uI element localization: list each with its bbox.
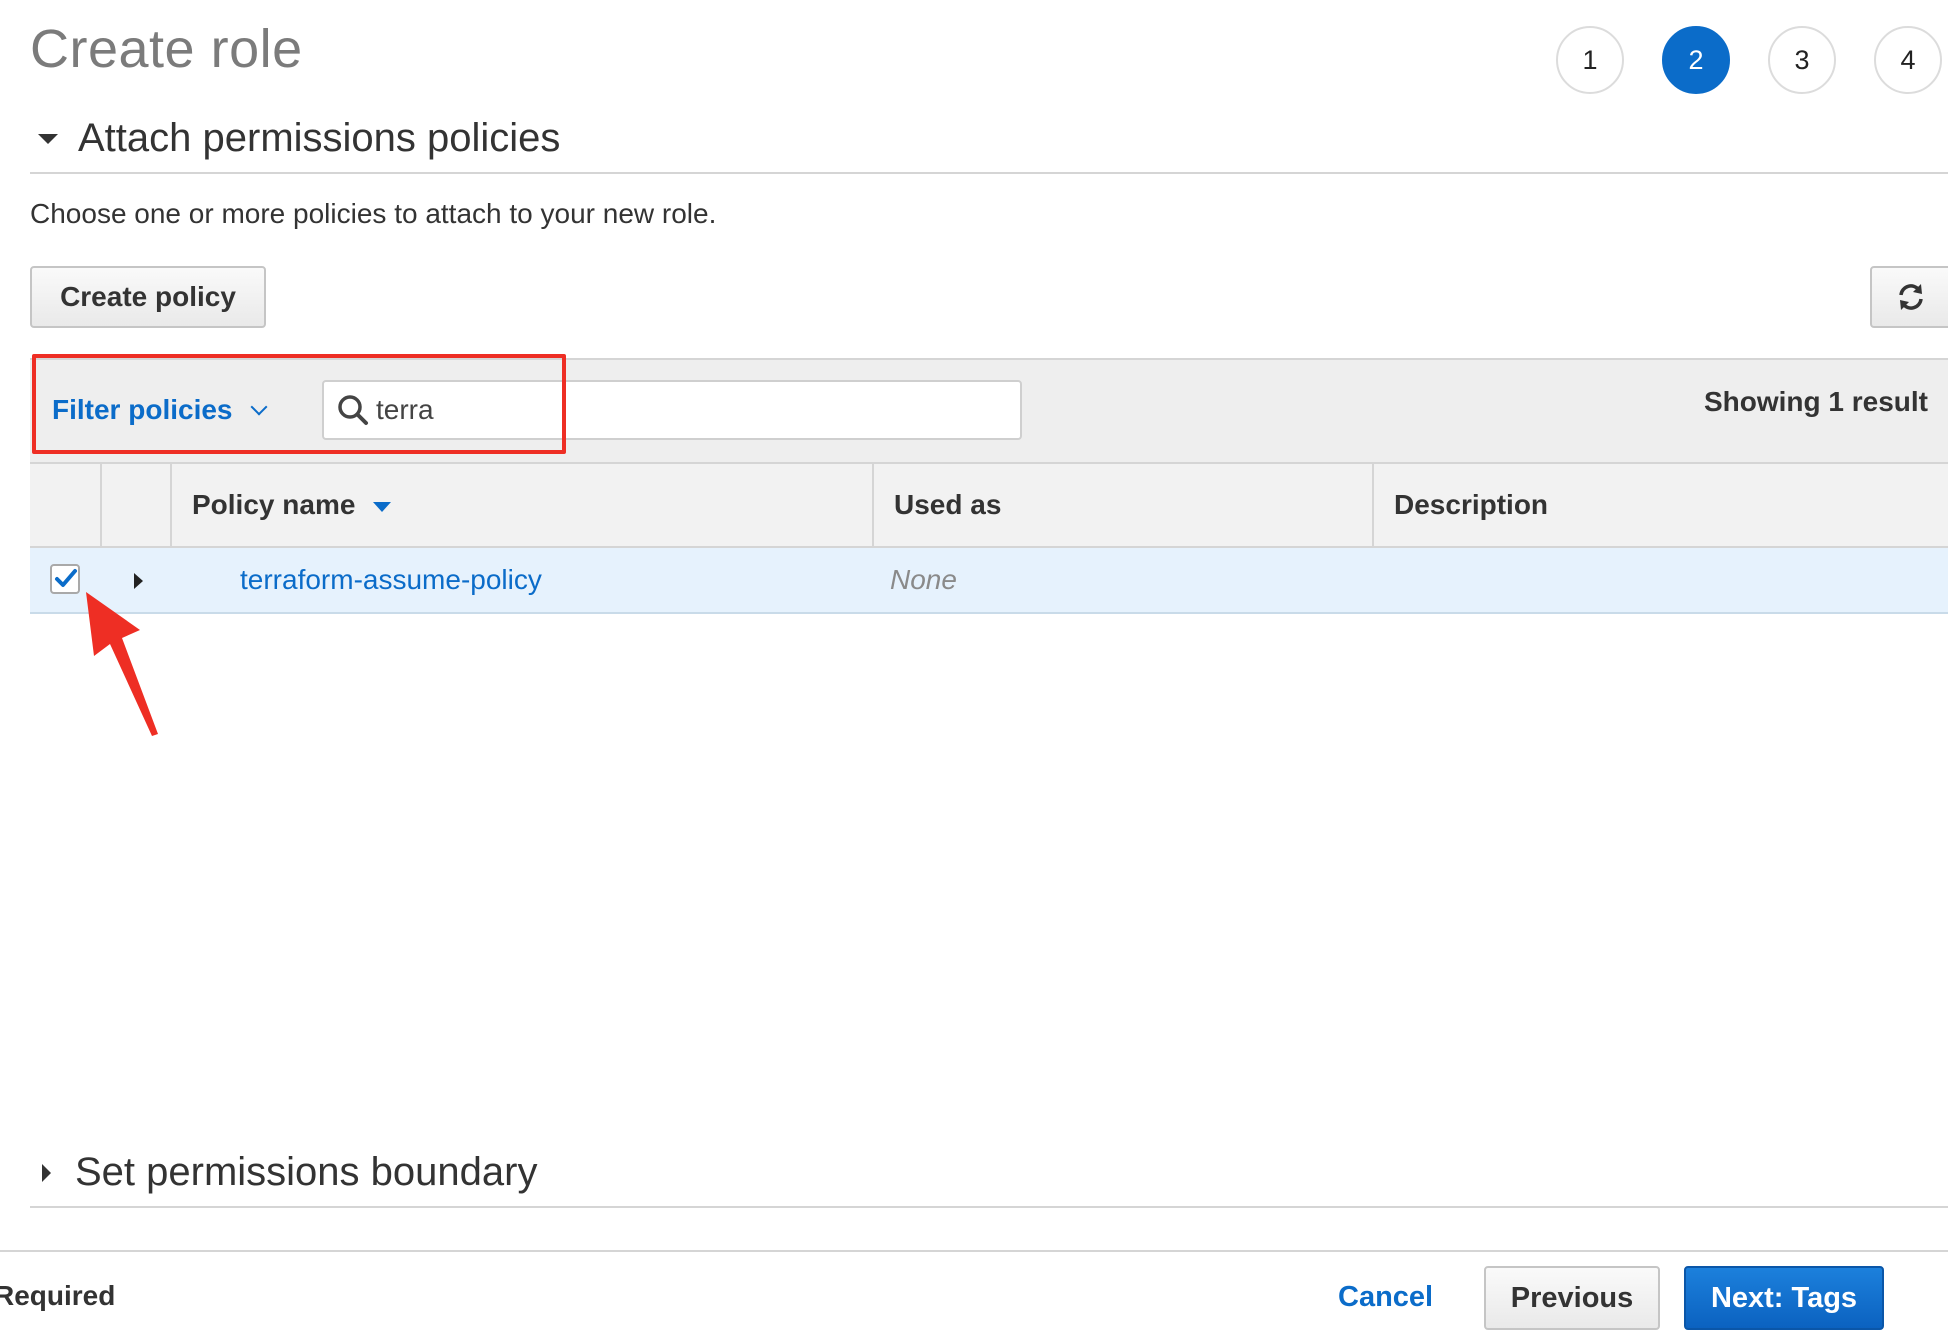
column-header-used-as[interactable]: Used as [872, 464, 1372, 546]
step-2[interactable]: 2 [1662, 26, 1730, 94]
refresh-button[interactable] [1870, 266, 1948, 328]
cancel-button[interactable]: Cancel [1338, 1281, 1433, 1314]
next-tags-button[interactable]: Next: Tags [1684, 1266, 1884, 1330]
table-header: Policy name Used as Description [30, 464, 1948, 548]
section-divider [30, 172, 1948, 174]
table-row[interactable]: terraform-assume-policy None [30, 548, 1948, 614]
section-divider [30, 1206, 1948, 1208]
boundary-section-toggle[interactable]: Set permissions boundary [30, 1150, 537, 1195]
wizard-steps: 1 2 3 4 [1548, 26, 1948, 98]
step-4[interactable]: 4 [1874, 26, 1942, 94]
previous-button[interactable]: Previous [1484, 1266, 1660, 1330]
policy-name-link[interactable]: terraform-assume-policy [240, 564, 542, 596]
annotation-arrow-icon [86, 592, 158, 736]
attach-section-toggle[interactable]: Attach permissions policies [30, 116, 560, 161]
column-header-description[interactable]: Description [1372, 464, 1948, 546]
caret-down-icon [38, 133, 58, 144]
caret-right-icon [42, 1163, 51, 1182]
create-policy-button[interactable]: Create policy [30, 266, 266, 328]
required-label: Required [0, 1280, 116, 1311]
select-column-header [30, 464, 100, 546]
policy-name-header-label: Policy name [192, 489, 356, 520]
result-count: Showing 1 result [1703, 386, 1928, 417]
refresh-icon [1899, 284, 1923, 310]
attach-section-title: Attach permissions policies [78, 116, 561, 160]
sort-desc-icon [373, 502, 392, 512]
annotation-highlight-box [32, 354, 566, 454]
expand-column-header [100, 464, 170, 546]
used-as-value: None [890, 564, 957, 595]
boundary-section-title: Set permissions boundary [75, 1150, 538, 1194]
checkmark-icon [55, 569, 77, 587]
step-1[interactable]: 1 [1556, 26, 1624, 94]
intro-text: Choose one or more policies to attach to… [30, 198, 717, 229]
description-header-label: Description [1394, 489, 1549, 520]
footer-divider [0, 1250, 1948, 1252]
row-select-checkbox[interactable] [50, 564, 80, 594]
column-header-policy-name[interactable]: Policy name [170, 464, 872, 546]
page-title: Create role [30, 19, 303, 79]
step-3[interactable]: 3 [1768, 26, 1836, 94]
expand-row-caret-icon[interactable] [134, 573, 143, 589]
used-as-header-label: Used as [894, 489, 1002, 520]
